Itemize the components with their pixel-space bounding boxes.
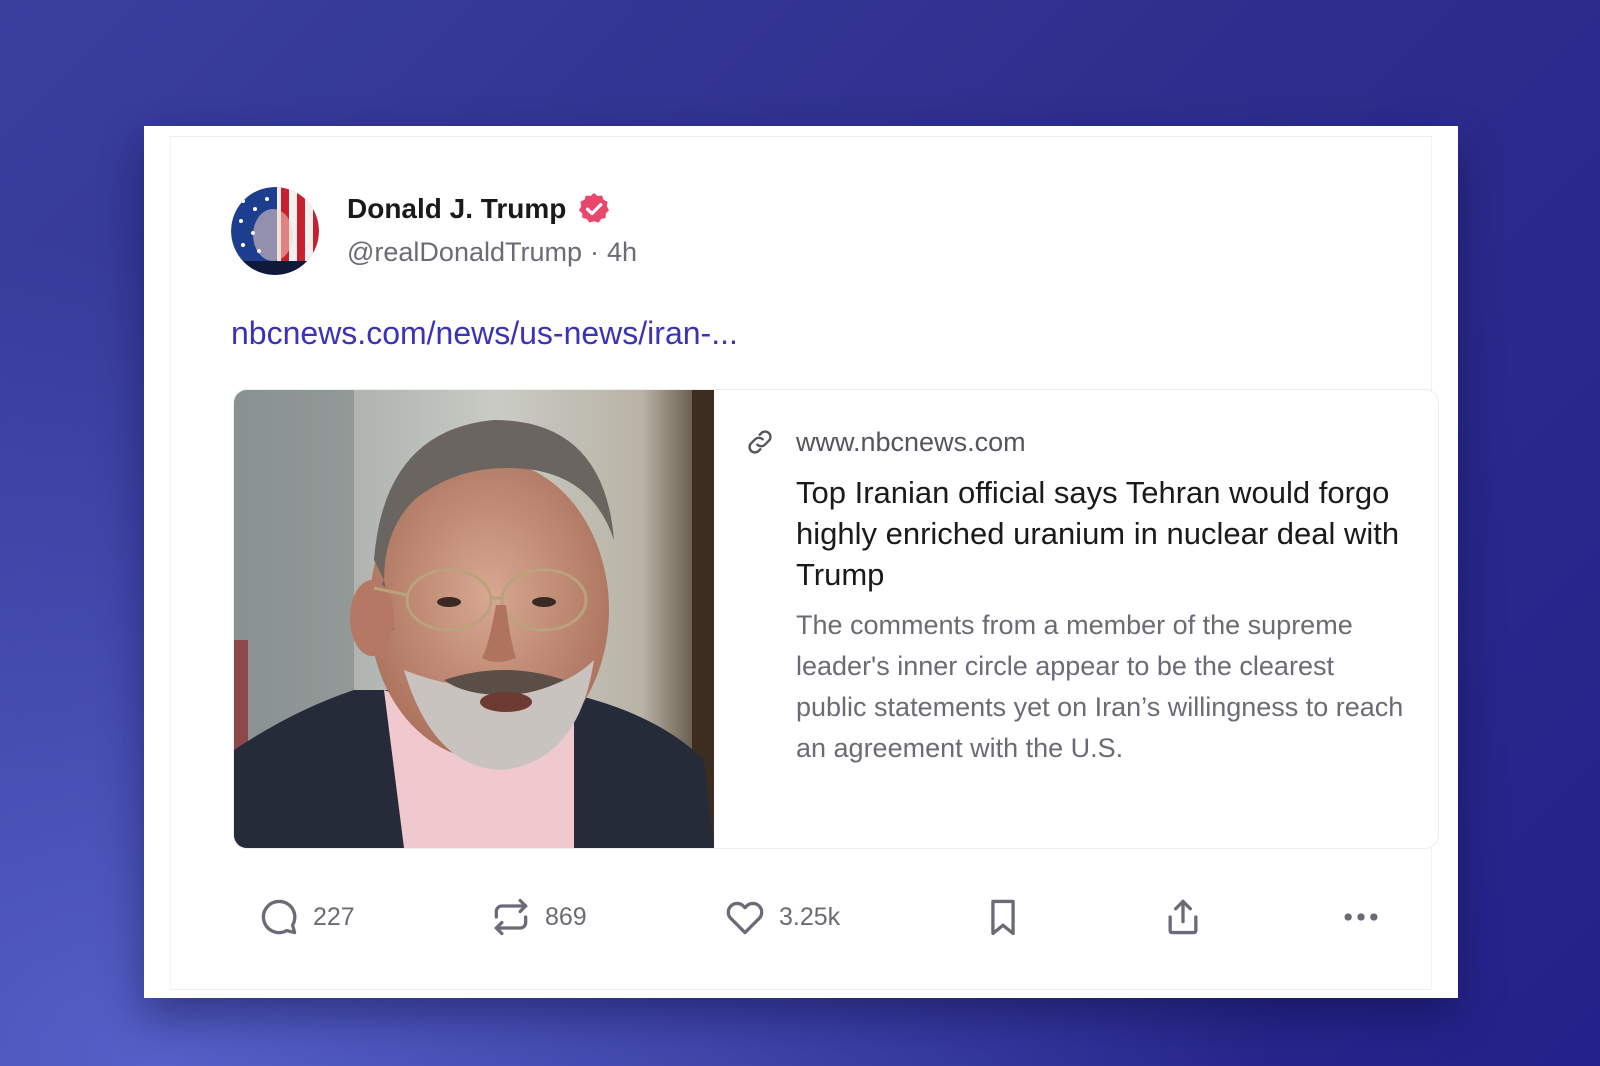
link-preview-description: The comments from a member of the suprem… bbox=[796, 610, 1404, 763]
post-body-link[interactable]: nbcnews.com/news/us-news/iran-... bbox=[231, 315, 738, 352]
repost-arrows-icon bbox=[494, 898, 528, 936]
share-upload-icon bbox=[1168, 899, 1198, 935]
author-handle-row: @realDonaldTrump · 4h bbox=[347, 237, 637, 268]
link-preview-image bbox=[234, 390, 714, 848]
speech-bubble-icon bbox=[261, 899, 297, 935]
screenshot-frame: Donald J. Trump @realDonaldTrump · 4h nb… bbox=[144, 126, 1458, 998]
reply-button[interactable]: 227 bbox=[257, 887, 355, 947]
link-preview-body: www.nbcnews.com Top Iranian official say… bbox=[744, 422, 1404, 769]
link-preview-domain: www.nbcnews.com bbox=[796, 426, 1026, 457]
link-preview-title: Top Iranian official says Tehran would f… bbox=[796, 475, 1400, 592]
post-actions-bar: 227 869 3.25k bbox=[233, 887, 1437, 947]
chain-link-icon bbox=[744, 426, 776, 458]
handle-separator: · bbox=[590, 237, 599, 267]
repost-count: 869 bbox=[545, 902, 587, 931]
link-preview-card[interactable]: www.nbcnews.com Top Iranian official say… bbox=[233, 389, 1439, 849]
author-name-row: Donald J. Trump bbox=[347, 187, 612, 231]
bookmark-icon bbox=[991, 899, 1015, 936]
post-timestamp[interactable]: 4h bbox=[607, 237, 637, 268]
repost-button[interactable]: 869 bbox=[489, 887, 587, 947]
verified-badge-icon bbox=[576, 191, 612, 227]
author-avatar[interactable] bbox=[231, 187, 319, 275]
more-options-button[interactable] bbox=[1339, 887, 1383, 947]
more-dots-icon bbox=[1344, 913, 1378, 921]
author-display-name[interactable]: Donald J. Trump bbox=[347, 193, 566, 225]
bookmark-button[interactable] bbox=[981, 887, 1025, 947]
author-handle[interactable]: @realDonaldTrump bbox=[347, 237, 582, 268]
share-button[interactable] bbox=[1161, 887, 1205, 947]
post-card: Donald J. Trump @realDonaldTrump · 4h nb… bbox=[170, 136, 1439, 990]
link-preview-domain-row: www.nbcnews.com bbox=[744, 422, 1404, 462]
heart-icon bbox=[726, 901, 764, 935]
portrait-photo bbox=[234, 390, 714, 848]
reply-count: 227 bbox=[313, 902, 355, 931]
like-button[interactable]: 3.25k bbox=[723, 887, 840, 947]
avatar-flag-portrait-image bbox=[231, 187, 319, 275]
like-count: 3.25k bbox=[779, 902, 841, 931]
